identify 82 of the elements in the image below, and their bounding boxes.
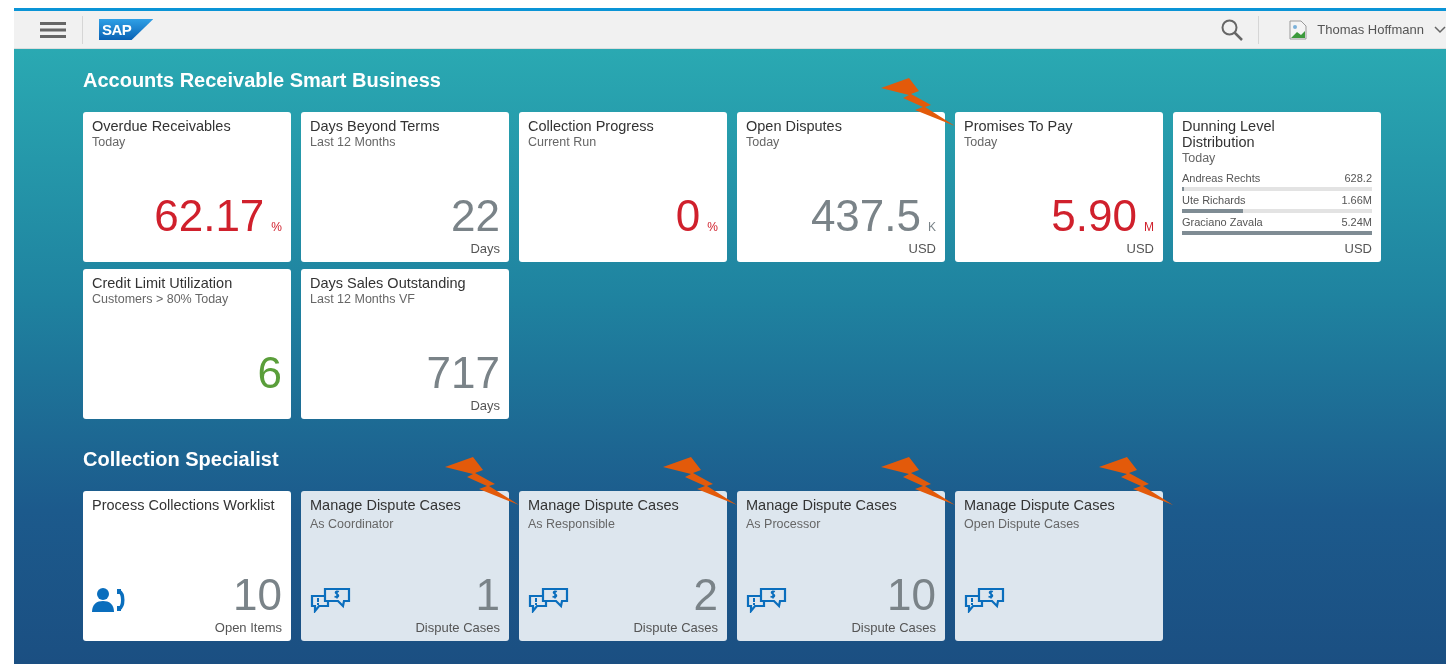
tile[interactable]: Promises To Pay Today 5.90 M USD xyxy=(955,112,1163,262)
tile[interactable]: Manage Dispute Cases Open Dispute Cases xyxy=(955,491,1163,641)
comparison-value: 5.24M xyxy=(1341,216,1372,229)
kpi-scale: M xyxy=(1144,220,1154,234)
tile[interactable]: Open Disputes Today 437.5 K USD xyxy=(737,112,945,262)
tile-count: 10 xyxy=(887,573,936,617)
tile-count: 1 xyxy=(475,573,500,617)
tile-subtitle: Today xyxy=(92,134,127,150)
tile-footer: Days xyxy=(470,398,500,413)
speech-bubbles-icon xyxy=(528,587,570,613)
tile-title: Dunning Level Distribution xyxy=(1182,118,1276,150)
tile-footer: Open Items xyxy=(214,620,282,635)
tile-title: Open Disputes xyxy=(746,118,843,134)
kpi-scale: % xyxy=(707,220,718,234)
tile[interactable]: Collection Progress Current Run 0% xyxy=(519,112,727,262)
kpi-value: 6 xyxy=(257,351,282,395)
tile-footer: USD xyxy=(1126,241,1154,256)
group-title: Accounts Receivable Smart Business xyxy=(83,68,442,93)
search-icon xyxy=(1220,17,1245,42)
tile-title: Process Collections Worklist xyxy=(92,497,276,513)
tile-subtitle: Today xyxy=(1182,150,1217,166)
tile-title: Credit Limit Utilization xyxy=(92,275,234,291)
tile-subtitle: Last 12 Months xyxy=(310,134,397,150)
kpi-value: 717 xyxy=(426,351,500,395)
tile-subtitle: Last 12 Months VF xyxy=(310,291,416,307)
speech-bubbles-icon xyxy=(310,587,352,613)
tile[interactable]: Dunning Level Distribution Today Andreas Rechts 628.2 Ute Richards 1.66M Graciano Zavala 5.24M USD xyxy=(1173,112,1381,262)
tile-title: Days Sales Outstanding xyxy=(310,275,467,291)
tile[interactable]: Process Collections Worklist 10 Open Items xyxy=(83,491,291,641)
speech-bubbles-icon xyxy=(964,587,1006,613)
tile-title: Manage Dispute Cases xyxy=(746,497,898,513)
tile-title: Manage Dispute Cases xyxy=(964,497,1116,513)
tile-footer: Dispute Cases xyxy=(415,620,500,635)
tile-title: Promises To Pay xyxy=(964,118,1074,134)
tile[interactable]: Overdue Receivables Today 62.17% xyxy=(83,112,291,262)
tile-footer: Days xyxy=(470,241,500,256)
tile-title: Overdue Receivables xyxy=(92,118,232,134)
tile-footer: Dispute Cases xyxy=(851,620,936,635)
user-menu[interactable]: Thomas Hoffmann xyxy=(1317,22,1424,37)
kpi-value: 5.90 xyxy=(1051,194,1137,238)
tile-subtitle: As Responsible xyxy=(528,516,616,532)
tile-title: Manage Dispute Cases xyxy=(310,497,462,513)
tile[interactable]: Manage Dispute Cases As Responsible 2 Dispute Cases xyxy=(519,491,727,641)
tile-title: Days Beyond Terms xyxy=(310,118,441,134)
tile-footer: Dispute Cases xyxy=(633,620,718,635)
menu-button[interactable] xyxy=(40,20,66,39)
tile-count: 2 xyxy=(693,573,718,617)
comparison-value: 628.2 xyxy=(1344,172,1372,185)
tile-subtitle: Today xyxy=(964,134,999,150)
tile-subtitle: Open Dispute Cases xyxy=(964,516,1081,532)
speech-bubbles-icon xyxy=(746,587,788,613)
chevron-down-icon xyxy=(1434,25,1446,34)
tile[interactable]: Manage Dispute Cases As Coordinator 1 Dispute Cases xyxy=(301,491,509,641)
menu-icon xyxy=(40,20,66,39)
comparison-label: Andreas Rechts xyxy=(1182,172,1261,185)
tile-subtitle: As Coordinator xyxy=(310,516,395,532)
group-title: Collection Specialist xyxy=(83,447,280,472)
kpi-value: 62.17 xyxy=(154,194,265,238)
comparison-label: Ute Richards xyxy=(1182,194,1246,207)
tile[interactable]: Days Sales Outstanding Last 12 Months VF 717 Days xyxy=(301,269,509,419)
kpi-scale: K xyxy=(928,220,936,234)
comparison-value: 1.66M xyxy=(1341,194,1372,207)
tile[interactable]: Manage Dispute Cases As Processor 10 Dispute Cases xyxy=(737,491,945,641)
tile-subtitle: Current Run xyxy=(528,134,598,150)
tile-subtitle: Customers > 80% Today xyxy=(92,291,230,307)
tile-subtitle: Today xyxy=(746,134,781,150)
tile-subtitle: As Processor xyxy=(746,516,822,532)
kpi-scale: % xyxy=(271,220,282,234)
kpi-value: 0 xyxy=(675,194,701,238)
kpi-value: 22 xyxy=(451,194,500,238)
tile-title: Manage Dispute Cases xyxy=(528,497,680,513)
comparison-label: Graciano Zavala xyxy=(1182,216,1263,229)
logo[interactable]: SAP xyxy=(99,19,154,40)
tile-footer: USD xyxy=(908,241,936,256)
tile-footer: USD xyxy=(1344,241,1372,256)
broken-image-icon xyxy=(1289,19,1308,40)
tile[interactable]: Days Beyond Terms Last 12 Months 22 Days xyxy=(301,112,509,262)
tile-title: Collection Progress xyxy=(528,118,655,134)
tile[interactable]: Credit Limit Utilization Customers > 80% Today 6 xyxy=(83,269,291,419)
search-button[interactable] xyxy=(1220,17,1245,42)
kpi-value: 437.5 xyxy=(810,194,921,238)
tile-count: 10 xyxy=(233,573,282,617)
